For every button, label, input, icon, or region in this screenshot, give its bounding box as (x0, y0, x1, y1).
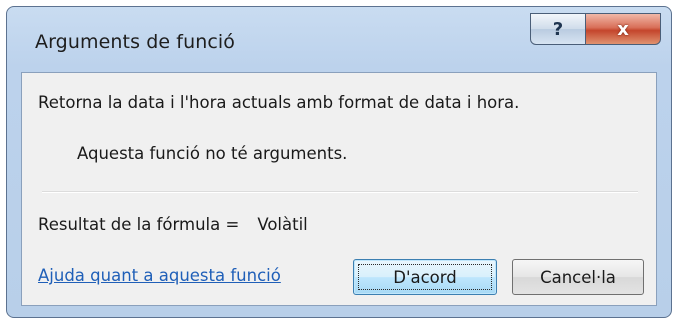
dialog-body: Retorna la data i l'hora actuals amb for… (21, 72, 657, 306)
function-help-link[interactable]: Ajuda quant a aquesta funció (38, 266, 281, 285)
help-button[interactable]: ? (530, 13, 586, 45)
separator (42, 191, 638, 193)
result-label: Resultat de la fórmula = (38, 215, 240, 234)
title-bar[interactable]: Arguments de funció ? x (7, 7, 671, 73)
function-description: Retorna la data i l'hora actuals amb for… (38, 93, 520, 112)
formula-result: Resultat de la fórmula = Volàtil (38, 215, 308, 234)
dialog-window: Arguments de funció ? x Retorna la data … (6, 6, 672, 318)
cancel-button[interactable]: Cancel·la (512, 259, 644, 295)
focus-rectangle (358, 264, 492, 290)
result-value: Volàtil (257, 215, 308, 234)
close-button[interactable]: x (585, 13, 661, 45)
close-icon: x (617, 18, 629, 40)
no-arguments-text: Aquesta funció no té arguments. (77, 144, 348, 163)
cancel-button-label: Cancel·la (540, 267, 616, 287)
ok-button[interactable]: D'acord (353, 259, 497, 295)
window-title: Arguments de funció (35, 31, 236, 53)
question-mark-icon: ? (552, 18, 564, 40)
